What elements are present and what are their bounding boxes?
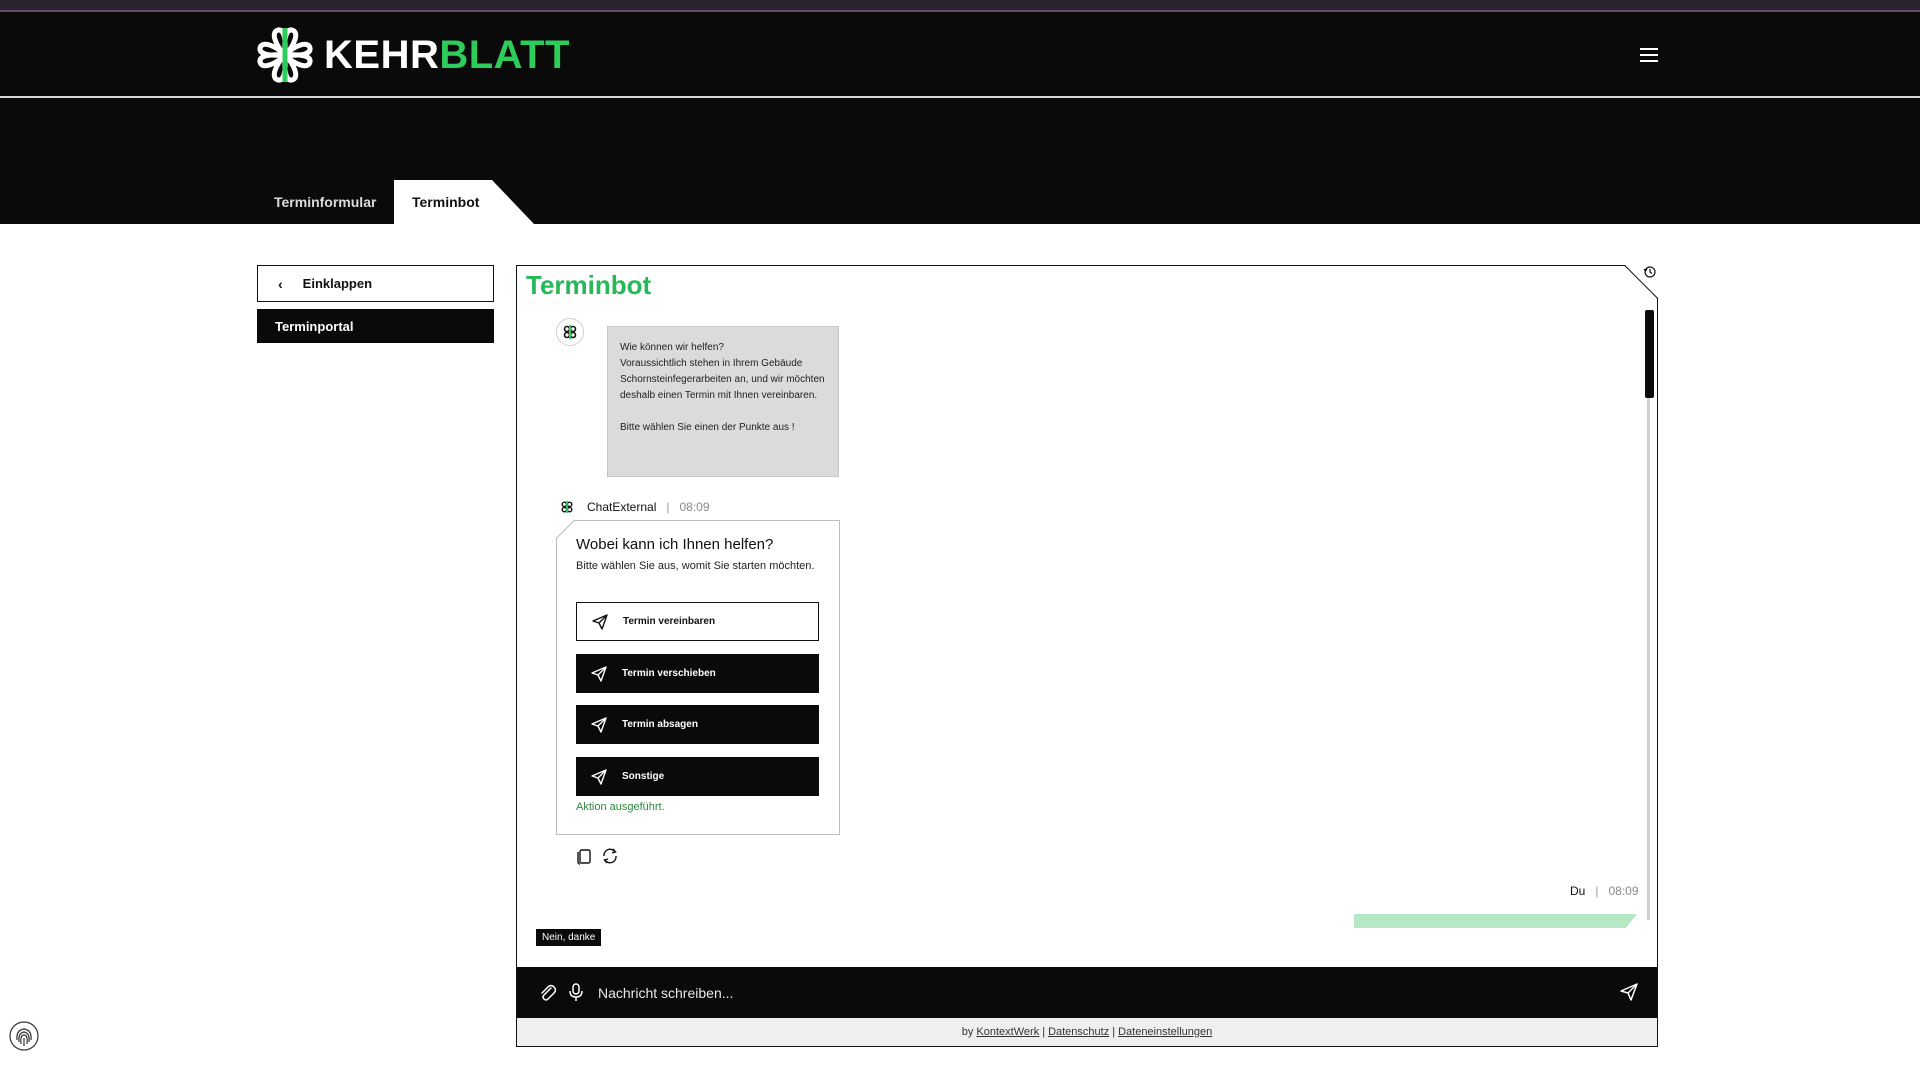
logo-text-part2: BLATT [439,32,570,77]
separator: | [1595,884,1599,898]
message-input[interactable] [598,975,1598,1011]
option-label: Termin verschieben [622,668,716,679]
hamburger-icon[interactable] [1640,48,1658,62]
option-label: Sonstige [622,771,665,782]
paperclip-icon[interactable] [537,982,557,1002]
intro-body: Voraussichtlich stehen in Ihrem Gebäude … [620,358,825,401]
clover-avatar-icon [563,325,577,339]
bot-intro-message: Wie können wir helfen? Voraussichtlich s… [607,326,839,477]
collapse-label: Einklappen [302,276,373,291]
separator: | [666,500,670,514]
footer-prefix: by [961,1026,974,1038]
bot-avatar-small [557,497,577,517]
collapse-button[interactable]: ‹ Einklappen [257,265,494,302]
user-sender-line: Du | 08:09 [1570,884,1639,898]
option-termin-verschieben[interactable]: Termin verschieben [576,654,819,693]
clover-logo-icon [257,27,313,83]
quick-reply-nein-danke[interactable]: Nein, danke [536,929,602,946]
separator: | [1112,1026,1116,1038]
action-status: Aktion ausgeführt. [576,801,665,813]
option-label: Termin absagen [622,719,698,730]
send-icon [592,613,608,630]
user-time: 08:09 [1608,884,1639,898]
scrollbar-thumb[interactable] [1645,310,1654,398]
intro-footer: Bitte wählen Sie einen der Punkte aus ! [620,422,795,433]
tab-label: Terminbot [412,194,480,210]
send-icon [591,716,607,733]
chevron-left-icon: ‹ [278,275,283,292]
user-name: Du [1570,884,1586,898]
sender-name: ChatExternal [587,500,657,514]
portal-label: Terminportal [275,318,354,334]
terminportal-button[interactable]: Terminportal [257,309,494,343]
card-title: Wobei kann ich Ihnen helfen? [576,536,774,553]
option-label: Termin vereinbaren [623,616,716,627]
user-message-bubble [1354,914,1637,928]
history-icon[interactable] [1643,265,1657,279]
fingerprint-icon[interactable] [8,1020,40,1052]
option-termin-vereinbaren[interactable]: Termin vereinbaren [576,602,819,641]
sender-time: 08:09 [679,500,710,514]
browser-chrome-strip [0,0,1920,12]
tab-terminformular[interactable]: Terminformular [257,180,387,224]
refresh-icon[interactable] [601,847,619,865]
option-termin-absagen[interactable]: Termin absagen [576,705,819,744]
chat-title: Terminbot [526,270,652,300]
site-header: KEHRBLATT [0,12,1920,98]
separator: | [1042,1026,1046,1038]
bot-avatar [556,318,584,346]
intro-question: Wie können wir helfen? [620,342,724,353]
microphone-icon[interactable] [567,982,585,1002]
bot-sender-line: ChatExternal | 08:09 [557,497,710,517]
tab-label: Terminformular [274,194,377,210]
footer-link-datenschutz[interactable]: Datenschutz [1048,1026,1109,1038]
footer-link-dateneinstellungen[interactable]: Dateneinstellungen [1118,1026,1212,1038]
footer-link-kontextwerk[interactable]: KontextWerk [976,1026,1039,1038]
logo-text-part1: KEHR [324,32,440,77]
logo-wordmark: KEHRBLATT [324,33,570,78]
option-sonstige[interactable]: Sonstige [576,757,819,796]
kehrblatt-logo[interactable]: KEHRBLATT [256,26,570,84]
copy-icon[interactable] [575,847,593,865]
send-icon[interactable] [1619,982,1639,1002]
send-icon [591,665,607,682]
card-subtitle: Bitte wählen Sie aus, womit Sie starten … [576,560,815,572]
clover-avatar-icon [561,500,573,514]
chat-footer: by KontextWerk | Datenschutz | Dateneins… [517,1018,1657,1046]
scrollbar-track[interactable] [1647,310,1650,920]
send-icon [591,768,607,785]
